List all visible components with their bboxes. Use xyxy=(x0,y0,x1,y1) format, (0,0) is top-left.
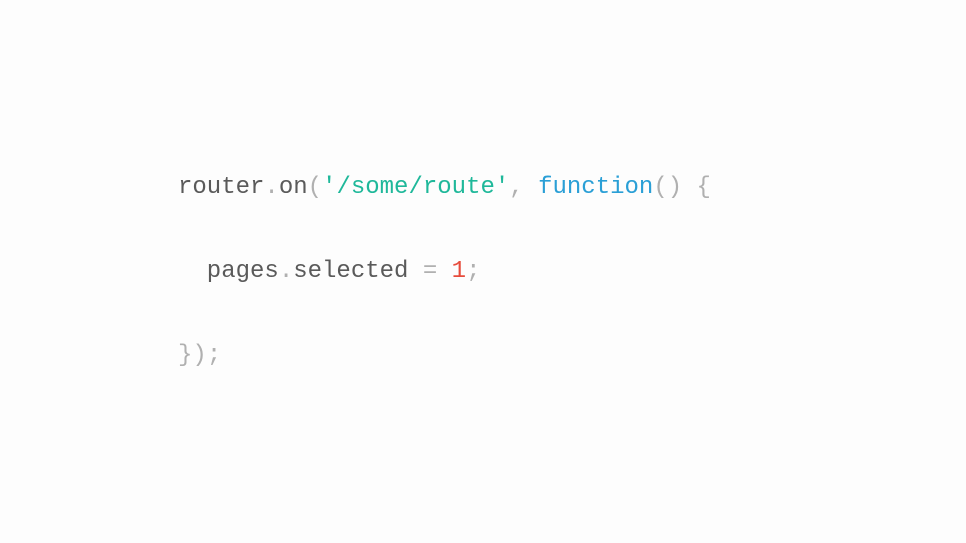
token-comma: , xyxy=(509,174,538,201)
token-dot: . xyxy=(264,174,278,201)
token-parens: () xyxy=(653,174,682,201)
token-property: selected xyxy=(293,258,408,285)
token-method: on xyxy=(279,174,308,201)
token-dot: . xyxy=(279,258,293,285)
code-line-2: pages.selected = 1; xyxy=(178,251,711,293)
token-semicolon: ; xyxy=(207,342,221,369)
code-snippet: router.on('/some/route', function() { pa… xyxy=(0,125,711,419)
code-line-1: router.on('/some/route', function() { xyxy=(178,167,711,209)
token-paren-close: ) xyxy=(192,342,206,369)
token-brace-close: } xyxy=(178,342,192,369)
token-keyword: function xyxy=(538,174,653,201)
token-object: pages xyxy=(207,258,279,285)
token-string: '/some/route' xyxy=(322,174,509,201)
token-number: 1 xyxy=(452,258,466,285)
token-assign: = xyxy=(408,258,451,285)
code-line-3: }); xyxy=(178,335,711,377)
token-brace-open: { xyxy=(682,174,711,201)
token-object: router xyxy=(178,174,264,201)
token-semicolon: ; xyxy=(466,258,480,285)
token-paren-open: ( xyxy=(308,174,322,201)
